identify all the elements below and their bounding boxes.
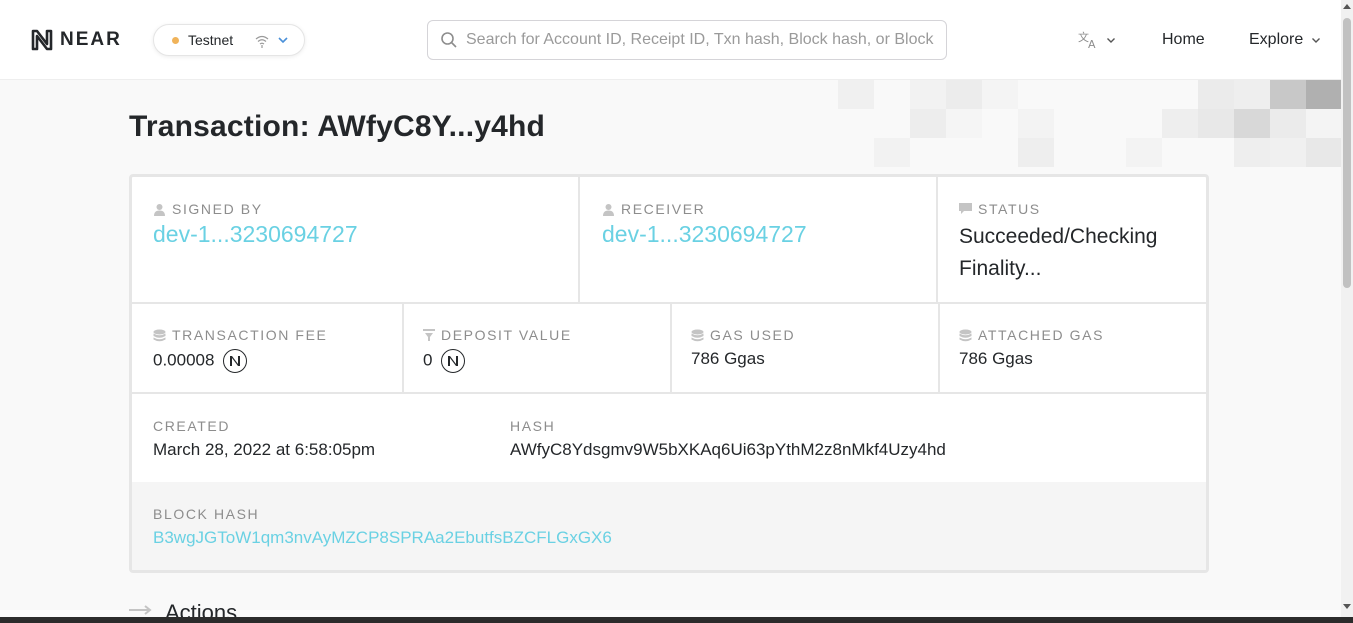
bottom-edge	[0, 617, 1353, 623]
translate-icon: 文 A	[1078, 30, 1096, 50]
attached-gas-cell: ATTACHED GAS 786 Ggas	[959, 327, 1104, 369]
deposit-value-label-row: DEPOSIT VALUE	[423, 327, 572, 343]
receiver-label: RECEIVER	[621, 201, 706, 217]
svg-text:A: A	[1088, 38, 1096, 50]
language-selector[interactable]: 文 A	[1078, 30, 1116, 50]
nav-explore-dropdown[interactable]: Explore	[1249, 31, 1321, 49]
coins-icon	[153, 329, 166, 341]
chevron-down-icon	[1107, 38, 1115, 43]
page-scrollbar[interactable]	[1341, 0, 1353, 617]
gas-used-value: 786 Ggas	[691, 349, 765, 368]
gas-used-label: GAS USED	[710, 327, 796, 343]
status-cell: STATUS Succeeded/Checking Finality...	[959, 201, 1194, 285]
user-icon	[154, 203, 165, 216]
hash-label: HASH	[510, 418, 556, 434]
deposit-value-cell: DEPOSIT VALUE 0	[423, 327, 572, 373]
attached-gas-label-row: ATTACHED GAS	[959, 327, 1104, 343]
near-logo[interactable]: NEAR	[30, 28, 122, 52]
page-title: Transaction: AWfyC8Y...y4hd	[129, 110, 546, 143]
logo-text: NEAR	[60, 29, 122, 50]
created-label: CREATED	[153, 418, 231, 434]
search-input[interactable]	[466, 31, 936, 49]
receiver-cell: RECEIVER dev-1...3230694727	[602, 201, 807, 248]
search-icon	[441, 32, 457, 48]
status-label-row: STATUS	[959, 201, 1194, 217]
divider	[578, 177, 580, 304]
scrollbar-thumb[interactable]	[1343, 18, 1351, 288]
scroll-up-arrow-icon[interactable]	[1343, 4, 1351, 9]
receiver-link[interactable]: dev-1...3230694727	[602, 221, 807, 248]
wifi-icon	[255, 35, 269, 48]
top-navbar: NEAR Testnet 文 A Home Explore	[0, 0, 1341, 80]
signed-by-label: SIGNED BY	[172, 201, 263, 217]
transaction-fee-label: TRANSACTION FEE	[172, 327, 328, 343]
signed-by-link[interactable]: dev-1...3230694727	[153, 221, 358, 248]
near-token-icon	[223, 349, 248, 373]
deposit-value: 0	[423, 350, 433, 370]
chevron-down-icon	[1312, 38, 1321, 43]
hash-value: AWfyC8Ydsgmv9W5bXKAq6Ui63pYthM2z8nMkf4Uz…	[510, 440, 946, 459]
gas-used-label-row: GAS USED	[691, 327, 795, 343]
chevron-down-icon	[278, 37, 288, 44]
block-hash-link[interactable]: B3wgJGToW1qm3nvAyMZCP8SPRAa2EbutfsBZCFLG…	[153, 528, 612, 548]
divider	[132, 302, 1206, 304]
signed-by-cell: SIGNED BY dev-1...3230694727	[153, 201, 358, 248]
attached-gas-label: ATTACHED GAS	[978, 327, 1105, 343]
coins-icon	[691, 329, 704, 341]
block-hash-row: BLOCK HASH B3wgJGToW1qm3nvAyMZCP8SPRAa2E…	[132, 482, 1206, 570]
network-label: Testnet	[188, 32, 234, 48]
status-label: STATUS	[978, 201, 1041, 217]
divider	[670, 304, 672, 392]
near-token-icon	[441, 349, 466, 373]
network-status-dot	[172, 36, 179, 44]
transaction-details-card: SIGNED BY dev-1...3230694727 RECEIVER de…	[129, 174, 1209, 573]
nav-explore-label: Explore	[1249, 31, 1304, 48]
status-value: Succeeded/Checking Finality...	[959, 225, 1158, 280]
divider	[938, 304, 940, 392]
transaction-fee-label-row: TRANSACTION FEE	[153, 327, 327, 343]
hash-cell: HASH AWfyC8Ydsgmv9W5bXKAq6Ui63pYthM2z8nM…	[510, 418, 946, 460]
nav-home-link[interactable]: Home	[1162, 31, 1205, 49]
search-bar[interactable]	[427, 20, 947, 60]
created-value: March 28, 2022 at 6:58:05pm	[153, 440, 376, 459]
receiver-label-row: RECEIVER	[602, 201, 807, 217]
signed-by-label-row: SIGNED BY	[153, 201, 358, 217]
created-cell: CREATED March 28, 2022 at 6:58:05pm	[153, 418, 375, 460]
comment-icon	[959, 203, 972, 214]
scroll-down-arrow-icon[interactable]	[1343, 604, 1351, 609]
block-hash-label: BLOCK HASH	[153, 506, 260, 522]
near-logo-icon	[31, 29, 53, 51]
attached-gas-value: 786 Ggas	[959, 349, 1033, 368]
coins-icon	[959, 329, 972, 341]
deposit-value-label: DEPOSIT VALUE	[441, 327, 572, 343]
divider	[402, 304, 404, 392]
transaction-fee-value: 0.00008	[153, 350, 215, 370]
divider	[132, 392, 1206, 394]
gas-used-cell: GAS USED 786 Ggas	[691, 327, 795, 369]
deposit-value-row: 0	[423, 349, 572, 373]
network-selector[interactable]: Testnet	[153, 24, 305, 56]
divider	[936, 177, 938, 304]
user-icon	[603, 203, 614, 216]
filter-icon	[423, 329, 435, 341]
transaction-fee-row: 0.00008	[153, 349, 327, 373]
block-hash-cell: BLOCK HASH B3wgJGToW1qm3nvAyMZCP8SPRAa2E…	[153, 506, 612, 548]
transaction-fee-cell: TRANSACTION FEE 0.00008	[153, 327, 327, 373]
